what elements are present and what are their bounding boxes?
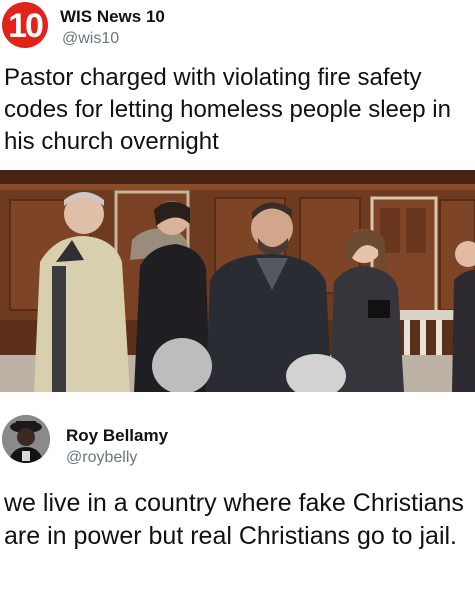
wis-news-post: 10 WIS News 10 @wis10 Pastor charged wit… (0, 0, 475, 395)
author-handle[interactable]: @roybelly (66, 449, 137, 467)
tweet-text: we live in a country where fake Christia… (4, 489, 464, 550)
roy-bellamy-post: Roy Bellamy @roybelly we live in a count… (0, 395, 475, 598)
author-name[interactable]: WIS News 10 (60, 7, 165, 27)
post-header: 10 WIS News 10 @wis10 (0, 0, 475, 55)
wis-news-10-logo-icon[interactable]: 10 (2, 2, 48, 48)
roy-bellamy-avatar-icon[interactable] (2, 415, 50, 463)
post-headline: Pastor charged with violating fire safet… (4, 64, 451, 155)
logo-text: 10 (8, 7, 44, 45)
courtroom-photo[interactable] (0, 170, 475, 392)
avatar-portrait (2, 415, 50, 463)
author-handle[interactable]: @wis10 (62, 30, 119, 48)
author-name[interactable]: Roy Bellamy (66, 426, 168, 446)
courtroom-photo-illustration (0, 170, 475, 392)
